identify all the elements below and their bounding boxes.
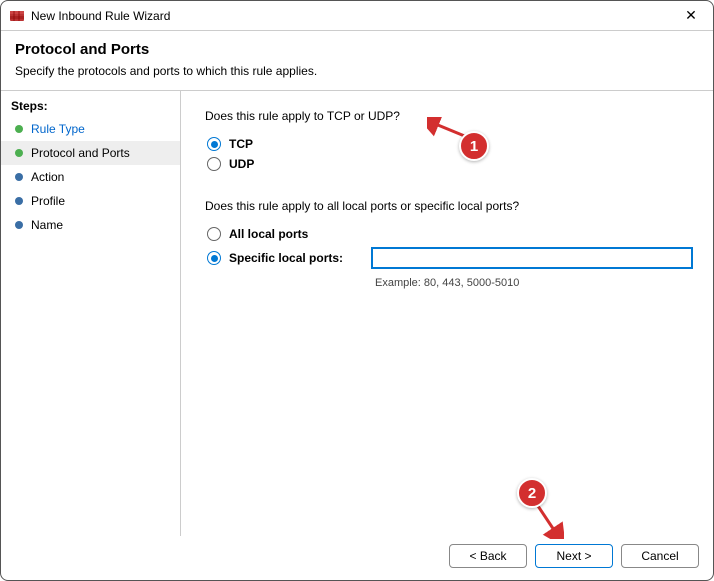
page-subtitle: Specify the protocols and ports to which… (15, 64, 699, 78)
step-label: Name (31, 218, 63, 232)
step-action[interactable]: Action (1, 165, 180, 189)
firewall-icon (9, 8, 25, 24)
wizard-body: Steps: Rule Type Protocol and Ports Acti… (1, 91, 713, 536)
bullet-icon (15, 149, 23, 157)
wizard-header: Protocol and Ports Specify the protocols… (1, 31, 713, 91)
bullet-icon (15, 125, 23, 133)
step-profile[interactable]: Profile (1, 189, 180, 213)
step-protocol-and-ports[interactable]: Protocol and Ports (1, 141, 180, 165)
question-ports: Does this rule apply to all local ports … (205, 199, 693, 213)
steps-heading: Steps: (1, 99, 180, 117)
bullet-icon (15, 173, 23, 181)
bullet-icon (15, 221, 23, 229)
step-label: Profile (31, 194, 65, 208)
radio-all-ports[interactable] (207, 227, 221, 241)
radio-row-udp[interactable]: UDP (207, 157, 693, 171)
back-button[interactable]: < Back (449, 544, 527, 568)
cancel-button[interactable]: Cancel (621, 544, 699, 568)
step-label: Action (31, 170, 64, 184)
radio-row-all-ports[interactable]: All local ports (207, 227, 693, 241)
step-label: Protocol and Ports (31, 146, 130, 160)
radio-udp[interactable] (207, 157, 221, 171)
ports-radio-group: All local ports Specific local ports: Ex… (205, 227, 693, 289)
ports-example-text: Example: 80, 443, 5000-5010 (207, 277, 693, 289)
titlebar: New Inbound Rule Wizard ✕ (1, 1, 713, 31)
radio-label-specific-ports: Specific local ports: (229, 251, 343, 265)
wizard-main: Does this rule apply to TCP or UDP? TCP … (181, 91, 713, 536)
step-rule-type[interactable]: Rule Type (1, 117, 180, 141)
steps-sidebar: Steps: Rule Type Protocol and Ports Acti… (1, 91, 181, 536)
radio-tcp[interactable] (207, 137, 221, 151)
bullet-icon (15, 197, 23, 205)
step-name[interactable]: Name (1, 213, 180, 237)
radio-row-specific-ports[interactable]: Specific local ports: (207, 247, 693, 269)
close-icon[interactable]: ✕ (677, 5, 705, 27)
radio-label-all-ports: All local ports (229, 227, 308, 241)
radio-label-tcp: TCP (229, 137, 253, 151)
window-title: New Inbound Rule Wizard (31, 9, 677, 23)
annotation-badge-2: 2 (517, 478, 547, 508)
wizard-window: New Inbound Rule Wizard ✕ Protocol and P… (0, 0, 714, 581)
wizard-footer: < Back Next > Cancel (1, 536, 713, 580)
next-button[interactable]: Next > (535, 544, 613, 568)
page-title: Protocol and Ports (15, 41, 699, 58)
radio-specific-ports[interactable] (207, 251, 221, 265)
step-label: Rule Type (31, 122, 85, 136)
specific-ports-input[interactable] (371, 247, 693, 269)
annotation-badge-1: 1 (459, 131, 489, 161)
protocol-radio-group: TCP UDP (205, 137, 693, 171)
radio-label-udp: UDP (229, 157, 254, 171)
